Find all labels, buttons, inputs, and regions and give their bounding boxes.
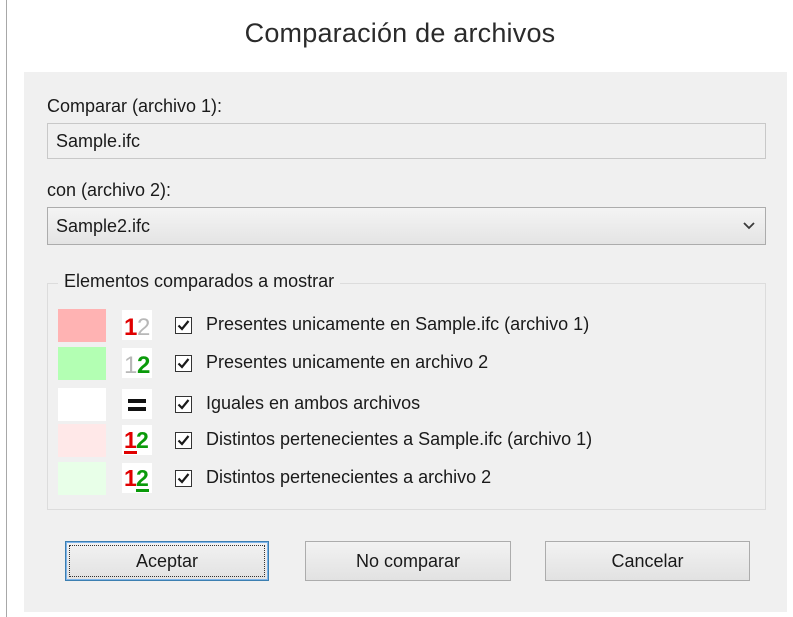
option-row-equal: Iguales en ambos archivos	[58, 388, 748, 421]
option-label[interactable]: Presentes unicamente en Sample.ifc (arch…	[206, 314, 589, 335]
different-file1-icon: 1 2	[122, 425, 152, 455]
option-row-only-file1: 1 2 Presentes unicamente en Sample.ifc (…	[58, 309, 748, 342]
different-file2-icon: 1 2	[122, 463, 152, 493]
file1-label: Comparar (archivo 1):	[47, 96, 223, 116]
color-swatch	[58, 309, 106, 342]
accept-button[interactable]: Aceptar	[65, 541, 269, 581]
file2-selected-value: Sample2.ifc	[56, 216, 151, 236]
comparison-dialog: Comparación de archivos Comparar (archiv…	[0, 0, 793, 617]
group-legend: Elementos comparados a mostrar	[58, 271, 341, 292]
cancel-button-label: Cancelar	[611, 551, 684, 571]
color-swatch	[58, 462, 106, 495]
svg-text:2: 2	[137, 352, 150, 378]
title-bar[interactable]: Comparación de archivos	[7, 0, 793, 72]
svg-text:1: 1	[124, 352, 137, 378]
accept-button-label: Aceptar	[135, 551, 199, 571]
option-row-different-file2: 1 2 Distintos pertenecientes a archivo 2	[58, 462, 748, 495]
option-label[interactable]: Distintos pertenecientes a Sample.ifc (a…	[206, 429, 592, 450]
svg-text:2: 2	[136, 427, 149, 453]
color-swatch	[58, 388, 106, 421]
option-label[interactable]: Iguales en ambos archivos	[206, 393, 420, 414]
file2-label: con (archivo 2):	[47, 180, 172, 200]
equals-icon	[122, 389, 152, 419]
checkbox-only-file2[interactable]	[175, 355, 192, 372]
checkbox-equal[interactable]	[175, 396, 192, 413]
color-swatch	[58, 424, 106, 457]
option-label[interactable]: Distintos pertenecientes a archivo 2	[206, 467, 491, 488]
only-in-file2-icon: 1 2	[122, 348, 152, 378]
file1-field: Sample.ifc	[47, 123, 766, 159]
checkbox-different-file2[interactable]	[175, 470, 192, 487]
no-compare-button-label: No comparar	[355, 551, 461, 571]
svg-text:2: 2	[137, 314, 150, 340]
cancel-button[interactable]: Cancelar	[545, 541, 750, 581]
svg-text:2: 2	[136, 465, 149, 491]
chevron-down-icon[interactable]	[741, 218, 757, 234]
option-row-different-file1: 1 2 Distintos pertenecientes a Sample.if…	[58, 424, 748, 457]
window-border	[6, 0, 7, 617]
checkbox-different-file1[interactable]	[175, 432, 192, 449]
checkbox-only-file1[interactable]	[175, 317, 192, 334]
only-in-file1-icon: 1 2	[122, 310, 152, 340]
color-swatch	[58, 347, 106, 380]
option-row-only-file2: 1 2 Presentes unicamente en archivo 2	[58, 347, 748, 380]
svg-text:1: 1	[124, 314, 137, 340]
file2-dropdown[interactable]: Sample2.ifc	[47, 207, 766, 245]
option-label[interactable]: Presentes unicamente en archivo 2	[206, 352, 488, 373]
no-compare-button[interactable]: No comparar	[305, 541, 511, 581]
window-title: Comparación de archivos	[244, 18, 556, 48]
